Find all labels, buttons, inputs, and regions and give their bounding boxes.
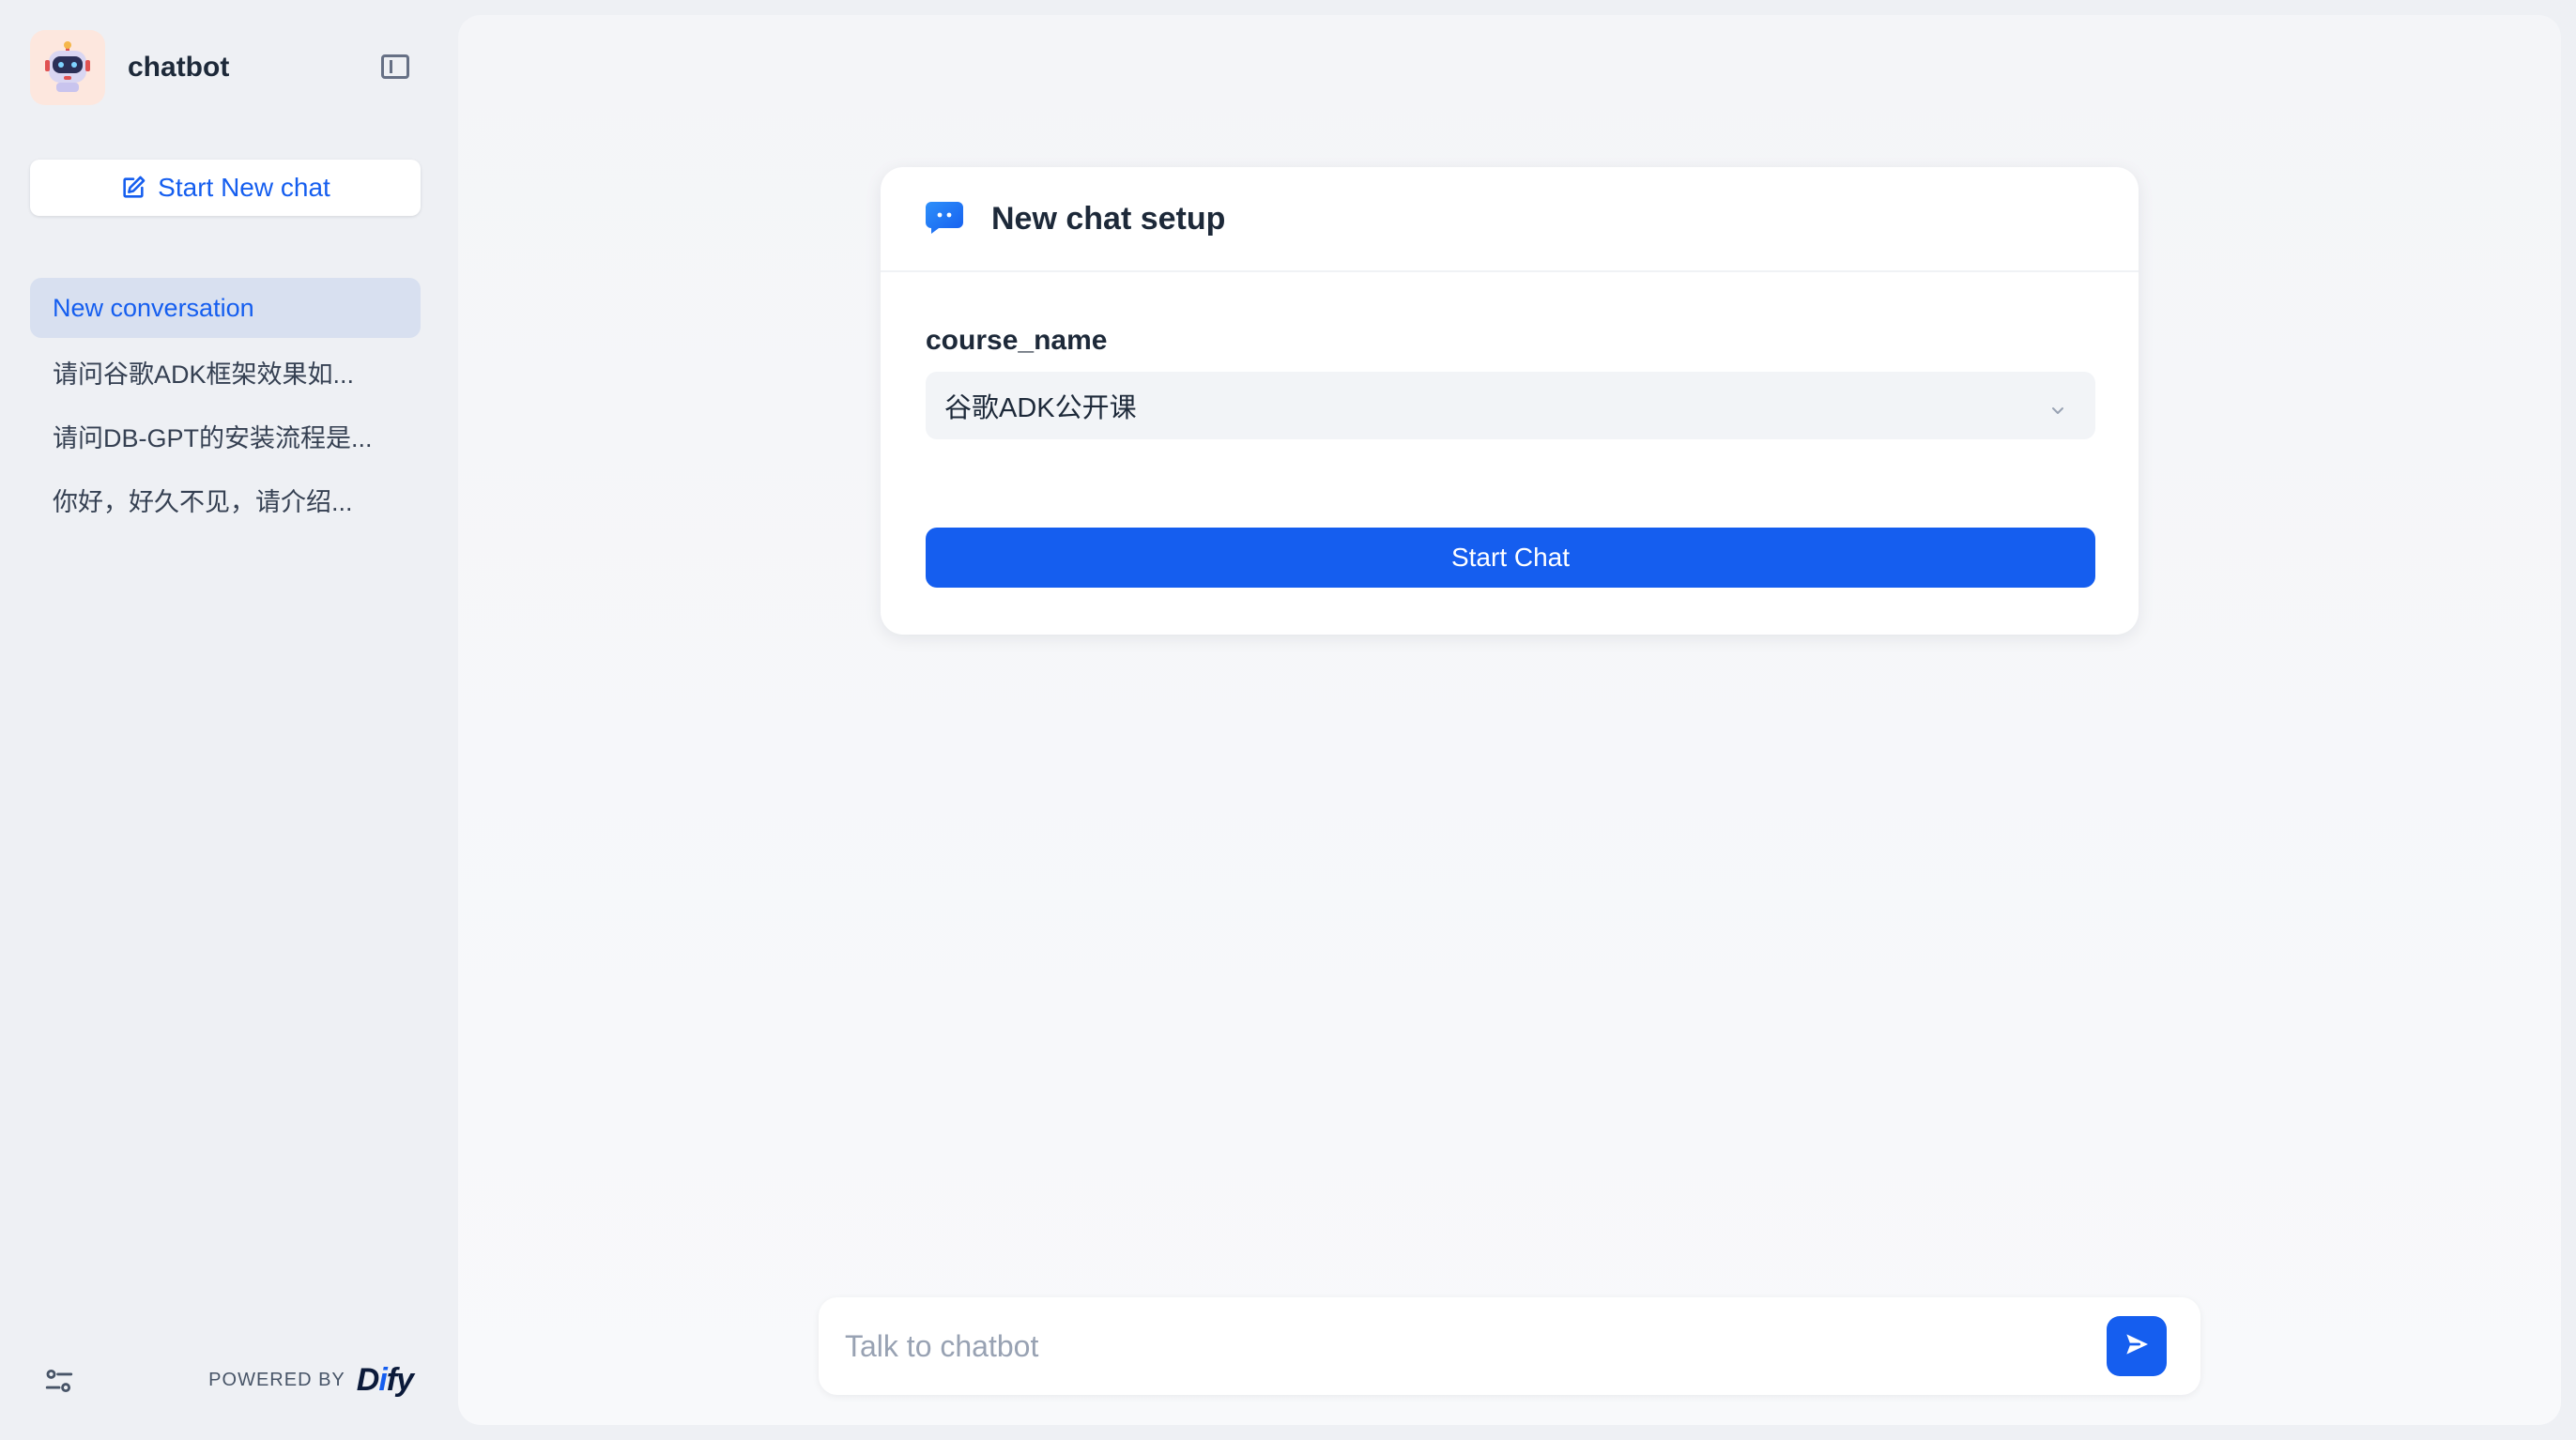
- app-name: chatbot: [128, 52, 230, 83]
- main-panel: New chat setup course_name 谷歌ADK公开课 Star…: [458, 15, 2561, 1425]
- course-name-label: course_name: [926, 325, 1108, 356]
- sidebar: chatbot Start New chat New conversation …: [0, 0, 458, 1440]
- course-name-select[interactable]: 谷歌ADK公开课: [926, 372, 2095, 439]
- conversation-label: 请问谷歌ADK框架效果如...: [53, 360, 355, 389]
- send-icon: [2122, 1329, 2152, 1364]
- chat-composer: [819, 1297, 2200, 1395]
- dify-logo: Dify: [356, 1361, 414, 1398]
- settings-sliders-icon[interactable]: [43, 1365, 75, 1397]
- send-button[interactable]: [2107, 1316, 2167, 1376]
- conversation-list: New conversation 请问谷歌ADK框架效果如... 请问DB-GP…: [30, 278, 421, 533]
- app-root: chatbot Start New chat New conversation …: [0, 0, 2576, 1440]
- edit-icon: [120, 175, 146, 201]
- sidebar-toggle-icon[interactable]: [381, 54, 409, 79]
- card-title: New chat setup: [991, 200, 1226, 237]
- conversation-item[interactable]: New conversation: [30, 278, 421, 338]
- chat-bubble-icon: [926, 200, 963, 238]
- new-chat-setup-card: New chat setup course_name 谷歌ADK公开课 Star…: [881, 167, 2139, 635]
- course-name-value: 谷歌ADK公开课: [944, 393, 1137, 423]
- chat-input[interactable]: [845, 1318, 2103, 1374]
- conversation-label: 请问DB-GPT的安装流程是...: [53, 423, 373, 452]
- powered-by-label: POWERED BY: [208, 1369, 345, 1390]
- card-header: New chat setup: [881, 167, 2139, 272]
- brand-header: chatbot: [30, 30, 424, 105]
- start-chat-label: Start Chat: [1450, 543, 1571, 572]
- conversation-label: 你好，好久不见，请介绍...: [53, 487, 353, 516]
- conversation-label: New conversation: [53, 293, 254, 322]
- chevron-down-icon: [2048, 396, 2067, 427]
- conversation-item[interactable]: 请问DB-GPT的安装流程是...: [30, 406, 421, 466]
- start-new-chat-button[interactable]: Start New chat: [30, 160, 421, 216]
- start-chat-button[interactable]: Start Chat: [926, 528, 2095, 588]
- conversation-item[interactable]: 你好，好久不见，请介绍...: [30, 469, 421, 529]
- powered-by: POWERED BY Dify: [208, 1361, 414, 1399]
- start-new-chat-label: Start New chat: [158, 173, 330, 202]
- robot-avatar-icon: [30, 30, 105, 105]
- conversation-item[interactable]: 请问谷歌ADK框架效果如...: [30, 342, 421, 402]
